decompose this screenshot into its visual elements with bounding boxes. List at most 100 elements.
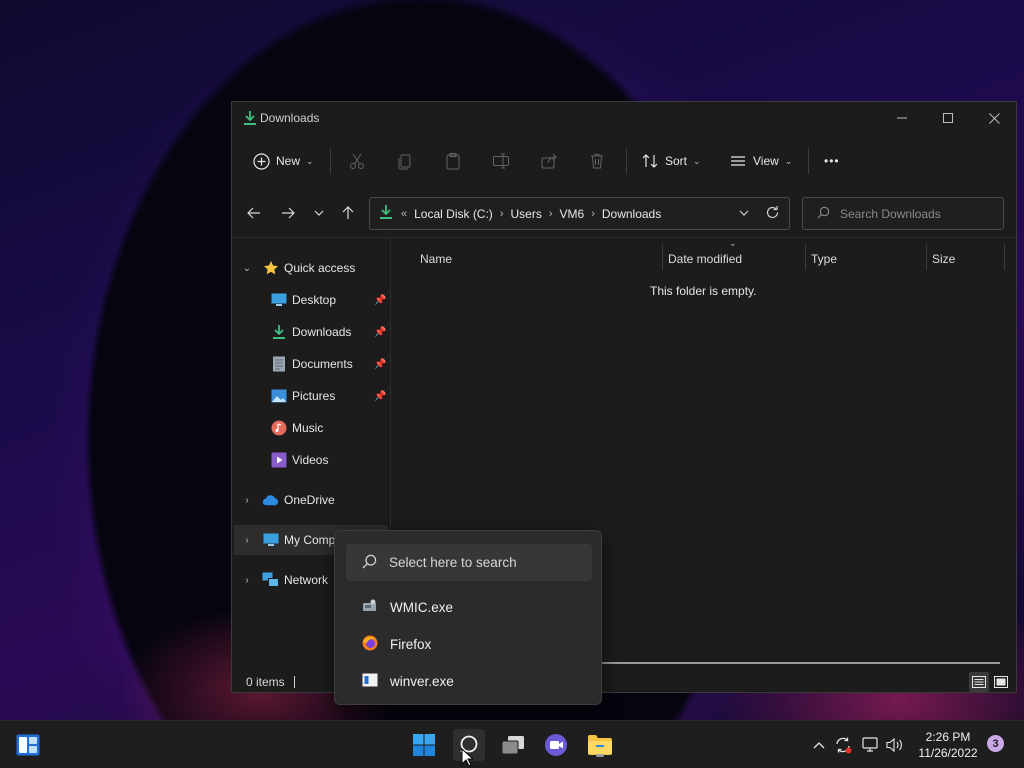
breadcrumb-downloads[interactable]: Downloads: [602, 207, 661, 221]
chevron-down-icon: ⌄: [306, 155, 314, 166]
column-divider[interactable]: [805, 244, 806, 270]
sidebar-item-pictures[interactable]: Pictures 📌: [232, 381, 391, 411]
up-button[interactable]: [338, 203, 358, 223]
view-label: View: [753, 154, 779, 168]
column-header-date-modified[interactable]: Date modified: [668, 246, 742, 272]
flyout-item-label: WMIC.exe: [390, 599, 454, 615]
maximize-button[interactable]: [925, 102, 971, 134]
videos-icon: [270, 452, 287, 469]
flyout-item-winver[interactable]: winver.exe: [346, 664, 592, 698]
status-divider: [294, 676, 295, 688]
refresh-icon: [766, 206, 779, 219]
widgets-button[interactable]: [12, 729, 44, 761]
sidebar-item-quick-access[interactable]: ⌄ Quick access: [232, 253, 391, 283]
cloud-icon: [262, 492, 279, 509]
breadcrumb-users[interactable]: Users: [510, 207, 541, 221]
computer-icon: [262, 532, 279, 549]
column-header-type[interactable]: Type: [811, 246, 837, 272]
chevron-down-icon[interactable]: ⌄: [241, 263, 253, 274]
column-header-name[interactable]: Name: [420, 246, 452, 272]
column-divider[interactable]: [926, 244, 927, 270]
copy-button[interactable]: [396, 146, 414, 176]
sidebar-item-music[interactable]: Music: [232, 413, 391, 443]
sort-icon: [641, 152, 659, 170]
pin-icon[interactable]: 📌: [374, 327, 386, 338]
volume-tray-icon[interactable]: [885, 735, 905, 755]
pin-icon[interactable]: 📌: [374, 391, 386, 402]
chevron-right-icon[interactable]: ›: [241, 575, 253, 586]
sync-tray-icon[interactable]: [833, 735, 853, 755]
download-icon: [242, 110, 258, 126]
tiles-view-icon: [994, 676, 1008, 688]
address-bar[interactable]: « Local Disk (C:) › Users › VM6 › Downlo…: [369, 197, 790, 230]
sidebar-item-videos[interactable]: Videos: [232, 445, 391, 475]
sync-icon: [836, 737, 852, 754]
sidebar-item-downloads[interactable]: Downloads 📌: [232, 317, 391, 347]
toolbar-divider: [808, 148, 809, 174]
arrow-up-icon: [342, 206, 354, 219]
column-divider[interactable]: [662, 244, 663, 270]
pin-icon[interactable]: 📌: [374, 295, 386, 306]
refresh-button[interactable]: [765, 205, 780, 223]
cut-button[interactable]: [348, 146, 366, 176]
chevron-right-icon[interactable]: ›: [500, 208, 504, 220]
firefox-icon: [362, 635, 378, 654]
sidebar-item-label: Music: [292, 421, 324, 435]
address-history-button[interactable]: [739, 206, 749, 223]
share-button[interactable]: [540, 146, 558, 176]
search-placeholder: Search Downloads: [840, 206, 941, 221]
horizontal-scrollbar[interactable]: [602, 662, 1000, 664]
view-button[interactable]: View ⌄: [729, 146, 792, 176]
task-view-button[interactable]: [497, 729, 529, 761]
chevron-right-icon[interactable]: ›: [241, 535, 253, 546]
delete-button[interactable]: [588, 146, 606, 176]
tiles-view-button[interactable]: [991, 672, 1011, 692]
column-header-size[interactable]: Size: [932, 246, 955, 272]
search-input[interactable]: Search Downloads: [802, 197, 1004, 230]
overflow-crumb[interactable]: «: [401, 208, 407, 220]
forward-button[interactable]: [278, 203, 298, 223]
new-button[interactable]: New ⌄: [252, 146, 314, 176]
minimize-button[interactable]: [879, 102, 925, 134]
item-count: 0 items: [246, 675, 285, 689]
details-view-button[interactable]: [969, 672, 989, 692]
pin-icon[interactable]: 📌: [374, 359, 386, 370]
sidebar-item-onedrive[interactable]: › OneDrive: [232, 485, 391, 515]
breadcrumb-local-disk[interactable]: Local Disk (C:): [414, 207, 493, 221]
folder-icon: [588, 735, 612, 755]
show-hidden-icons-button[interactable]: [809, 735, 829, 755]
chevron-right-icon[interactable]: ›: [241, 495, 253, 506]
sidebar-item-documents[interactable]: Documents 📌: [232, 349, 391, 379]
flyout-search-input[interactable]: Select here to search: [346, 544, 592, 581]
title-bar[interactable]: Downloads: [232, 102, 1016, 134]
breadcrumb-vm6[interactable]: VM6: [560, 207, 585, 221]
clock[interactable]: 2:26 PM 11/26/2022: [908, 729, 988, 761]
copy-icon: [396, 152, 414, 170]
recent-locations-button[interactable]: [309, 203, 329, 223]
chevron-right-icon[interactable]: ›: [591, 208, 595, 220]
notification-badge[interactable]: 3: [987, 735, 1004, 752]
back-button[interactable]: [244, 203, 264, 223]
sort-button[interactable]: Sort ⌄: [641, 146, 701, 176]
network-tray-icon[interactable]: [861, 735, 881, 755]
flyout-item-firefox[interactable]: Firefox: [346, 627, 592, 661]
taskbar: 2:26 PM 11/26/2022: [0, 720, 1024, 768]
chevron-up-icon: [813, 742, 825, 749]
download-icon: [270, 324, 287, 341]
close-button[interactable]: [971, 102, 1017, 134]
file-explorer-taskbar-button[interactable]: [584, 729, 616, 761]
flyout-item-wmic[interactable]: WMIC.exe: [346, 590, 592, 624]
minimize-icon: [897, 117, 907, 119]
column-divider[interactable]: [1004, 244, 1005, 270]
chat-button[interactable]: [540, 729, 572, 761]
sidebar-item-desktop[interactable]: Desktop 📌: [232, 285, 391, 315]
network-icon: [262, 572, 279, 589]
sidebar-item-label: Desktop: [292, 293, 337, 307]
chevron-right-icon[interactable]: ›: [549, 208, 553, 220]
paste-button[interactable]: [444, 146, 462, 176]
rename-button[interactable]: [492, 146, 510, 176]
sort-label: Sort: [665, 154, 688, 168]
start-button[interactable]: [408, 729, 440, 761]
more-options-button[interactable]: •••: [824, 146, 840, 176]
maximize-icon: [943, 113, 953, 123]
